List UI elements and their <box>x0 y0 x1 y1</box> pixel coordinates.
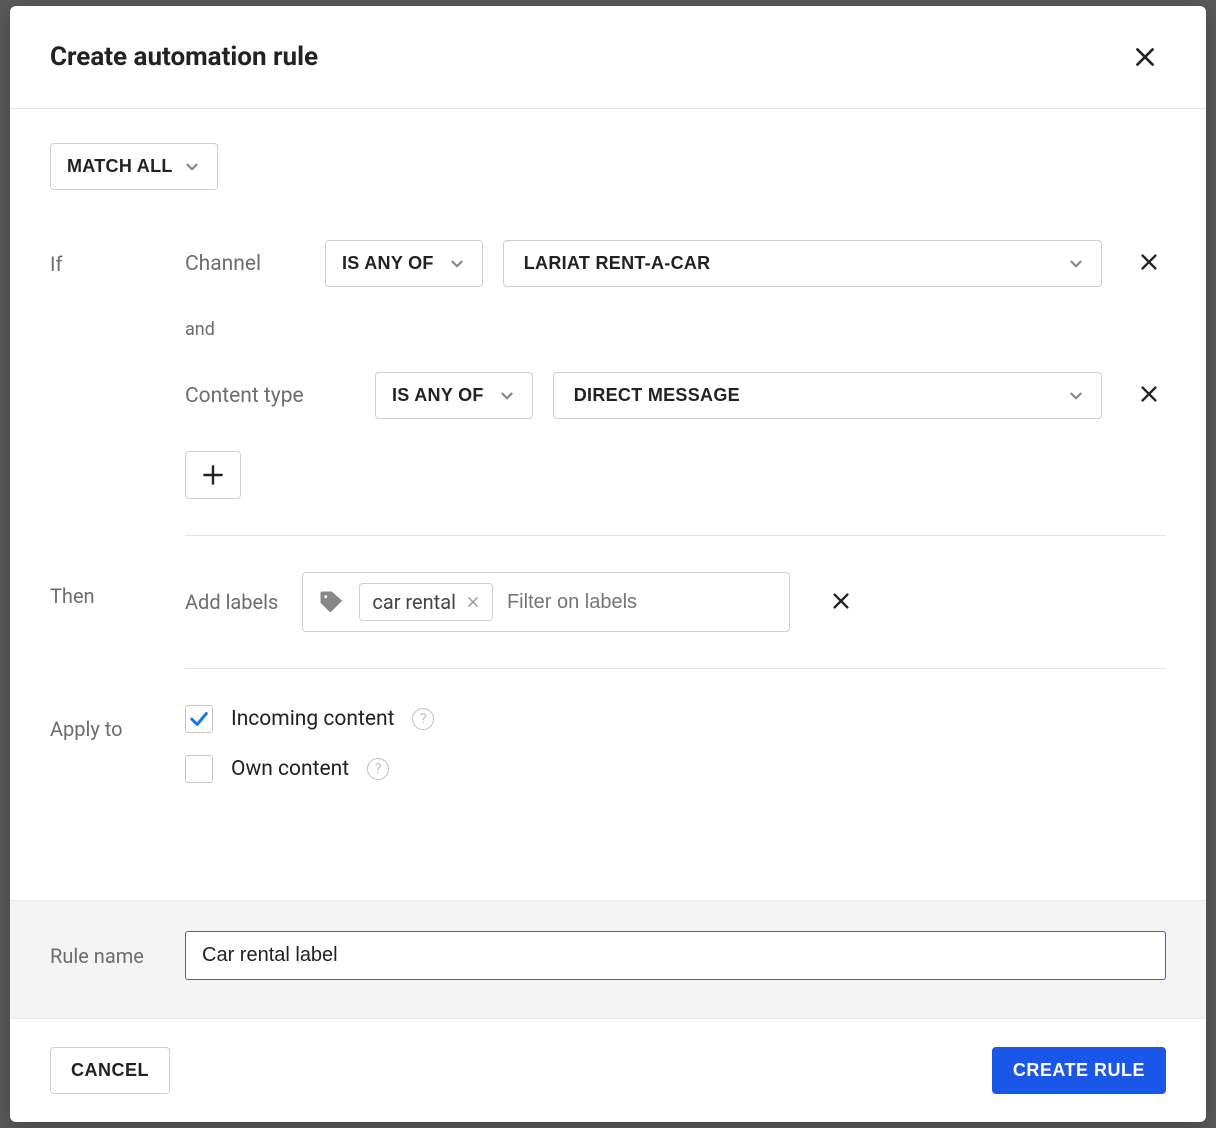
label-chip: car rental <box>359 583 493 621</box>
chevron-down-icon <box>448 255 466 273</box>
remove-condition-button[interactable] <box>1132 245 1166 282</box>
apply-option-label: Incoming content <box>231 707 394 731</box>
remove-action-button[interactable] <box>824 584 858 621</box>
condition-operator-select[interactable]: IS ANY OF <box>375 372 533 419</box>
close-icon <box>1132 44 1158 70</box>
if-section: If Channel IS ANY OF LARIAT RENT-A-CAR <box>50 240 1166 572</box>
apply-to-section: Apply to Incoming content ? Own content … <box>50 705 1166 805</box>
condition-operator-label: IS ANY OF <box>392 385 484 406</box>
chevron-down-icon <box>1067 255 1085 273</box>
condition-operator-select[interactable]: IS ANY OF <box>325 240 483 287</box>
close-button[interactable] <box>1128 40 1162 74</box>
modal-footer: CANCEL CREATE RULE <box>10 1018 1206 1122</box>
chevron-down-icon <box>1067 387 1085 405</box>
close-icon <box>1138 251 1160 273</box>
match-mode-row: MATCH ALL <box>50 143 1166 190</box>
condition-row-channel: Channel IS ANY OF LARIAT RENT-A-CAR <box>185 240 1166 287</box>
plus-icon <box>200 462 226 488</box>
cancel-button[interactable]: CANCEL <box>50 1047 170 1094</box>
section-divider <box>185 668 1166 669</box>
condition-operator-label: IS ANY OF <box>342 253 434 274</box>
action-label: Add labels <box>185 590 278 614</box>
apply-option-row: Own content ? <box>185 755 1166 783</box>
condition-field: Content type <box>185 384 355 408</box>
modal-header: Create automation rule <box>10 6 1206 109</box>
close-icon <box>1138 383 1160 405</box>
if-label: If <box>50 240 185 276</box>
modal-body: MATCH ALL If Channel IS ANY OF LARIAT RE… <box>10 109 1206 900</box>
chevron-down-icon <box>183 158 201 176</box>
create-rule-button[interactable]: CREATE RULE <box>992 1047 1166 1094</box>
and-label: and <box>185 319 1166 340</box>
rule-name-input[interactable] <box>185 931 1166 980</box>
remove-condition-button[interactable] <box>1132 377 1166 414</box>
chip-remove-button[interactable] <box>466 590 480 614</box>
own-content-checkbox[interactable] <box>185 755 213 783</box>
help-icon[interactable]: ? <box>412 708 434 730</box>
close-icon <box>466 595 480 609</box>
condition-field: Channel <box>185 252 305 276</box>
help-icon[interactable]: ? <box>367 758 389 780</box>
apply-option-label: Own content <box>231 757 349 781</box>
condition-value-label: DIRECT MESSAGE <box>574 385 740 406</box>
if-conditions: Channel IS ANY OF LARIAT RENT-A-CAR and <box>185 240 1166 572</box>
match-mode-label: MATCH ALL <box>67 156 173 177</box>
condition-value-label: LARIAT RENT-A-CAR <box>524 253 711 274</box>
condition-row-content-type: Content type IS ANY OF DIRECT MESSAGE <box>185 372 1166 419</box>
section-divider <box>185 535 1166 536</box>
close-icon <box>830 590 852 612</box>
create-automation-rule-modal: Create automation rule MATCH ALL If Chan… <box>10 6 1206 1122</box>
modal-title: Create automation rule <box>50 42 318 72</box>
then-section: Then Add labels car rental <box>50 572 1166 705</box>
check-icon <box>188 708 210 730</box>
rule-name-section: Rule name <box>10 900 1206 1018</box>
then-action-row: Add labels car rental <box>185 572 1166 632</box>
then-label: Then <box>50 572 185 608</box>
rule-name-label: Rule name <box>50 944 185 968</box>
labels-text-input[interactable] <box>507 591 775 614</box>
chip-text: car rental <box>372 590 456 614</box>
tag-icon <box>317 588 345 616</box>
match-mode-select[interactable]: MATCH ALL <box>50 143 218 190</box>
condition-value-select[interactable]: DIRECT MESSAGE <box>553 372 1102 419</box>
apply-option-row: Incoming content ? <box>185 705 1166 733</box>
condition-value-select[interactable]: LARIAT RENT-A-CAR <box>503 240 1102 287</box>
apply-to-label: Apply to <box>50 705 185 741</box>
labels-input[interactable]: car rental <box>302 572 790 632</box>
chevron-down-icon <box>498 387 516 405</box>
incoming-content-checkbox[interactable] <box>185 705 213 733</box>
add-condition-button[interactable] <box>185 451 241 499</box>
